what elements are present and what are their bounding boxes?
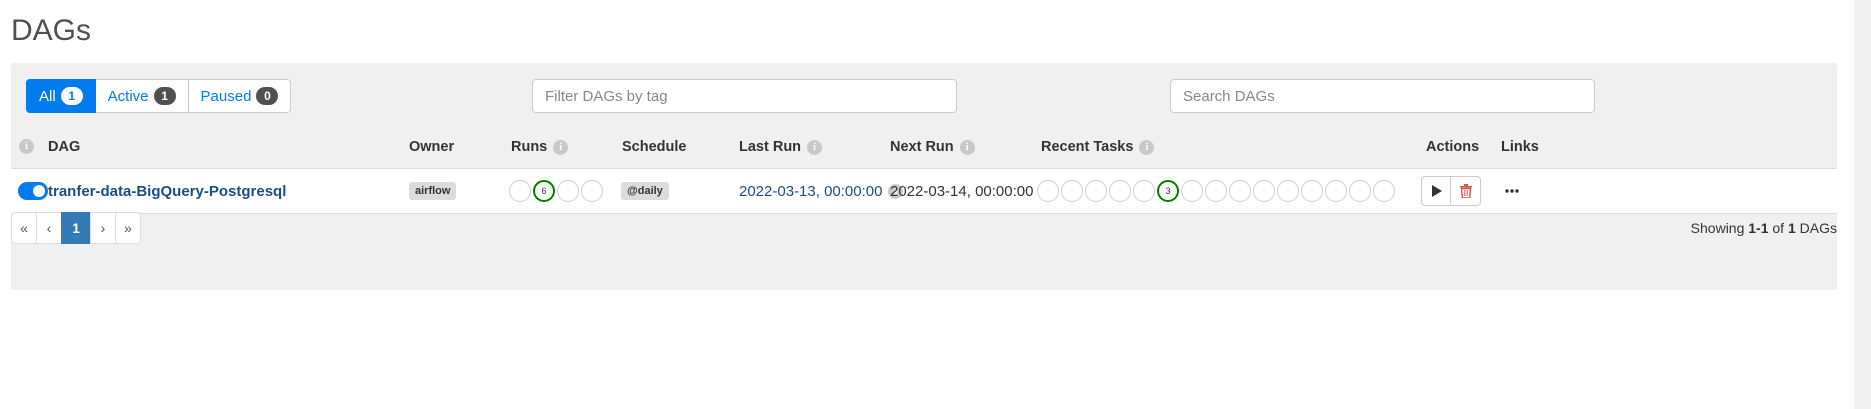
search-dags-input[interactable] <box>1170 79 1595 113</box>
showing-range: 1-1 <box>1748 220 1769 236</box>
page-prev-button[interactable]: ‹ <box>36 212 62 244</box>
info-icon[interactable]: i <box>959 139 975 155</box>
runs-cell: 6 <box>509 169 605 213</box>
delete-dag-button[interactable] <box>1451 176 1481 206</box>
page-first-button[interactable]: « <box>11 212 37 244</box>
filter-all-button[interactable]: All 1 <box>26 79 96 113</box>
schedule-cell: @daily <box>621 169 669 213</box>
next-run-cell: 2022-03-14, 00:00:00 i <box>890 169 1055 213</box>
showing-suffix: DAGs <box>1795 220 1837 236</box>
task-state-circle[interactable] <box>1205 180 1227 202</box>
showing-total: 1 <box>1787 220 1796 236</box>
task-state-circle[interactable] <box>1133 180 1155 202</box>
filter-paused-count: 0 <box>256 87 279 105</box>
links-cell <box>1505 169 1519 213</box>
task-state-circle[interactable] <box>1109 180 1131 202</box>
column-header-next-run-label: Next Run <box>890 139 954 155</box>
info-icon[interactable]: i <box>807 139 823 155</box>
trigger-dag-button[interactable] <box>1421 176 1451 206</box>
owner-cell: airflow <box>409 169 457 213</box>
page-next-button[interactable]: › <box>90 212 116 244</box>
showing-of: of <box>1768 220 1788 236</box>
select-all-header: i <box>19 139 34 154</box>
run-state-circle-success[interactable]: 6 <box>533 180 555 202</box>
info-icon[interactable]: i <box>553 139 569 155</box>
pagination: « ‹ 1 › » <box>11 212 141 244</box>
column-header-runs: Runs i <box>511 139 569 155</box>
column-header-next-run: Next Run i <box>890 139 975 155</box>
column-header-recent-tasks-label: Recent Tasks <box>1041 139 1134 155</box>
actions-cell <box>1421 169 1481 213</box>
column-header-recent-tasks: Recent Tasks i <box>1041 139 1155 155</box>
task-state-circle[interactable] <box>1373 180 1395 202</box>
table-row: tranfer-data-BigQuery-Postgresql airflow… <box>11 168 1837 214</box>
showing-prefix: Showing <box>1690 220 1749 236</box>
task-state-circle[interactable] <box>1325 180 1347 202</box>
column-header-last-run-label: Last Run <box>739 139 802 155</box>
task-state-circle[interactable] <box>1181 180 1203 202</box>
filter-active-label: Active <box>107 87 149 105</box>
toggle-switch-icon[interactable] <box>18 182 48 200</box>
filter-paused-label: Paused <box>200 87 252 105</box>
more-horizontal-icon[interactable] <box>1505 189 1519 193</box>
status-filter-group: All 1 Active 1 Paused 0 <box>26 79 292 113</box>
last-run-link[interactable]: 2022-03-13, 00:00:00 <box>739 183 882 200</box>
task-state-circle[interactable] <box>1085 180 1107 202</box>
run-state-circle[interactable] <box>581 180 603 202</box>
filter-active-button[interactable]: Active 1 <box>95 79 189 113</box>
run-state-circle[interactable] <box>557 180 579 202</box>
info-icon[interactable]: i <box>19 139 34 154</box>
filter-paused-button[interactable]: Paused 0 <box>188 79 292 113</box>
filter-all-label: All <box>39 87 56 105</box>
filter-all-count: 1 <box>60 87 83 105</box>
tag-filter-input[interactable] <box>532 79 957 113</box>
task-state-circle[interactable] <box>1061 180 1083 202</box>
showing-count-text: Showing 1-1 of 1 DAGs <box>1691 213 1837 243</box>
column-header-dag[interactable]: DAG <box>48 139 80 155</box>
last-run-cell: 2022-03-13, 00:00:00 i <box>739 169 904 213</box>
info-icon[interactable]: i <box>1139 139 1155 155</box>
pause-toggle-cell <box>18 169 48 213</box>
column-header-owner[interactable]: Owner <box>409 139 454 155</box>
column-header-schedule-label: Schedule <box>622 139 687 155</box>
task-state-circle[interactable] <box>1301 180 1323 202</box>
column-header-runs-label: Runs <box>511 139 548 155</box>
column-header-dag-label: DAG <box>48 139 81 155</box>
dags-panel: All 1 Active 1 Paused 0 i DAG Owner Runs… <box>11 63 1837 290</box>
task-state-circle[interactable] <box>1253 180 1275 202</box>
column-header-last-run: Last Run i <box>739 139 823 155</box>
dag-id-link[interactable]: tranfer-data-BigQuery-Postgresql <box>48 183 286 200</box>
task-state-circle[interactable] <box>1037 180 1059 202</box>
task-state-circle-success[interactable]: 3 <box>1157 180 1179 202</box>
recent-tasks-cell: 3 <box>1037 169 1397 213</box>
task-state-circle[interactable] <box>1277 180 1299 202</box>
trash-icon <box>1459 184 1472 198</box>
schedule-label[interactable]: @daily <box>621 182 669 200</box>
column-header-owner-label: Owner <box>409 139 455 155</box>
filter-active-count: 1 <box>153 87 176 105</box>
column-header-links: Links <box>1501 139 1539 155</box>
next-run-text: 2022-03-14, 00:00:00 <box>890 182 1034 200</box>
column-header-actions-label: Actions <box>1426 139 1480 155</box>
owner-label[interactable]: airflow <box>409 182 457 200</box>
task-state-circle[interactable] <box>1229 180 1251 202</box>
page-last-button[interactable]: » <box>115 212 141 244</box>
task-state-circle[interactable] <box>1349 180 1371 202</box>
page-current-button[interactable]: 1 <box>61 212 91 244</box>
dag-id-cell: tranfer-data-BigQuery-Postgresql <box>48 169 286 213</box>
column-header-actions: Actions <box>1426 139 1479 155</box>
page-scrollbar[interactable] <box>1854 0 1871 409</box>
column-header-links-label: Links <box>1501 139 1539 155</box>
page-title: DAGs <box>11 14 92 47</box>
run-state-circle[interactable] <box>509 180 531 202</box>
play-icon <box>1431 185 1442 197</box>
column-header-schedule[interactable]: Schedule <box>622 139 686 155</box>
